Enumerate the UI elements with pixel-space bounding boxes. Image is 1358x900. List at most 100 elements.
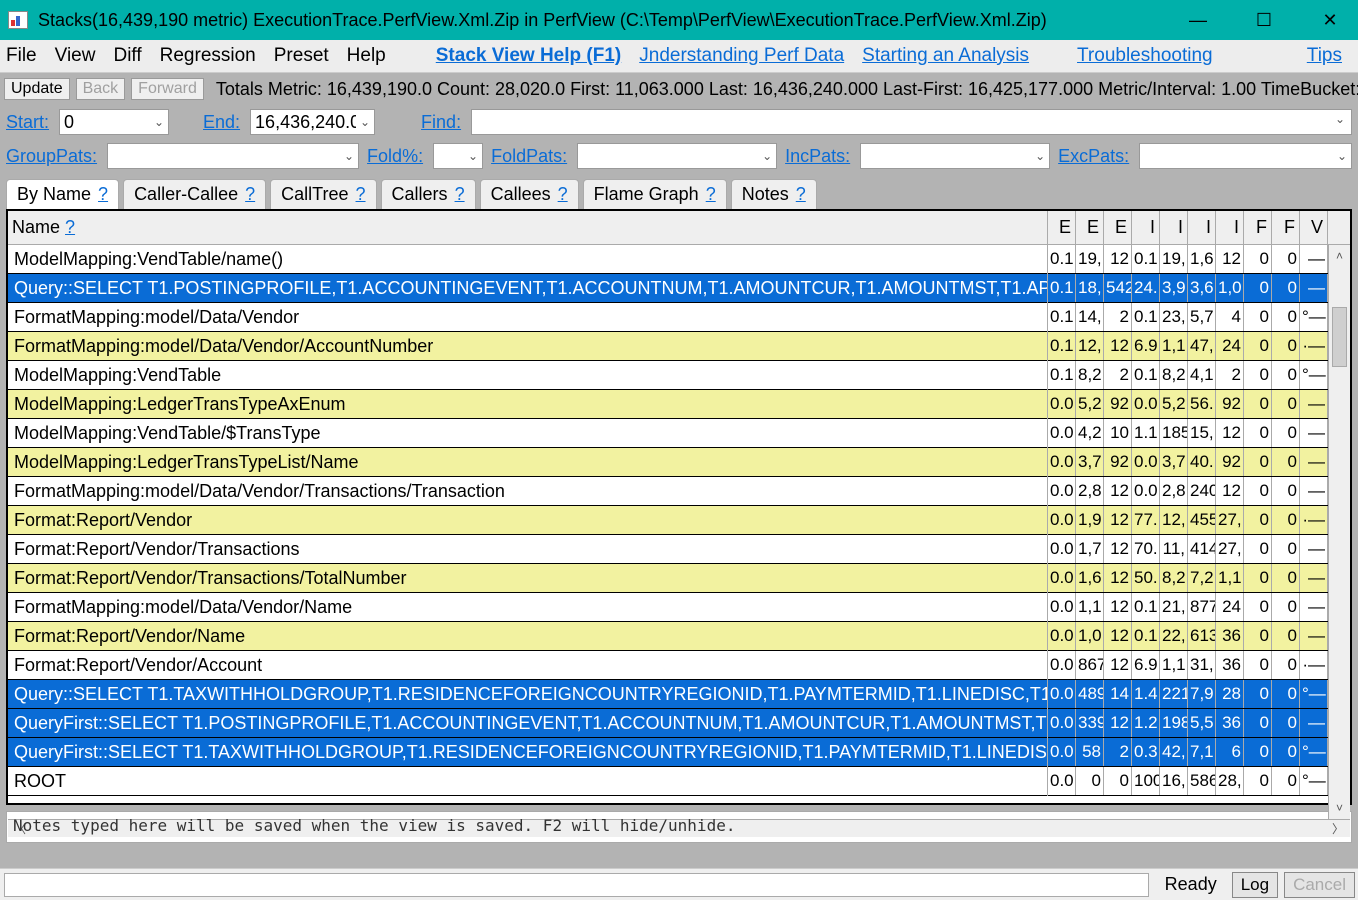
tab-flame-graph[interactable]: Flame Graph ? [583, 179, 727, 209]
table-row[interactable]: Query::SELECT T1.POSTINGPROFILE,T1.ACCOU… [8, 274, 1328, 303]
row-value: 185 [1160, 419, 1188, 447]
col-header[interactable]: I [1216, 211, 1244, 244]
row-value: 12 [1104, 593, 1132, 621]
tab-notes[interactable]: Notes ? [731, 179, 817, 209]
scroll-right-icon[interactable]: 〉 [1332, 820, 1344, 837]
menu-file[interactable]: File [6, 45, 37, 67]
row-name: ModelMapping:VendTable [8, 361, 1048, 390]
row-value: 0 [1272, 506, 1300, 534]
chevron-down-icon: ⌄ [154, 115, 164, 129]
col-header[interactable]: V [1300, 211, 1328, 244]
find-input[interactable]: ⌄ [471, 109, 1352, 135]
end-combo[interactable]: 16,436,240.0⌄ [250, 109, 375, 135]
table-row[interactable]: Format:Report/Vendor/Transactions0.01,71… [8, 535, 1328, 564]
table-row[interactable]: Format:Report/Vendor/Transactions/TotalN… [8, 564, 1328, 593]
foldpats-combo[interactable]: ⌄ [577, 143, 777, 169]
log-button[interactable]: Log [1232, 872, 1278, 898]
scroll-thumb[interactable] [1332, 307, 1347, 367]
link-understanding[interactable]: Jnderstanding Perf Data [639, 45, 844, 67]
col-header[interactable]: E [1048, 211, 1076, 244]
table-row[interactable]: Format:Report/Vendor/Account0.0867126.91… [8, 651, 1328, 680]
incpats-combo[interactable]: ⌄ [860, 143, 1050, 169]
table-row[interactable]: FormatMapping:model/Data/Vendor/AccountN… [8, 332, 1328, 361]
row-value: 42, [1160, 738, 1188, 766]
row-value: 1,6 [1188, 245, 1216, 273]
tab-callees[interactable]: Callees ? [480, 179, 579, 209]
row-value: ·— [1300, 506, 1328, 534]
row-value: 1,1 [1216, 564, 1244, 592]
excpats-label[interactable]: ExcPats: [1058, 146, 1129, 167]
vertical-scrollbar[interactable]: ˄ ˅ [1328, 245, 1350, 819]
end-label[interactable]: End: [203, 112, 240, 133]
tab-caller-callee[interactable]: Caller-Callee ? [123, 179, 266, 209]
tab-by-name[interactable]: By Name ? [6, 179, 119, 209]
row-value: 0.0 [1048, 709, 1076, 737]
table-row[interactable]: FormatMapping:model/Data/Vendor/Transact… [8, 477, 1328, 506]
foldpats-label[interactable]: FoldPats: [491, 146, 567, 167]
close-button[interactable]: ✕ [1310, 10, 1350, 31]
link-stack-help[interactable]: Stack View Help (F1) [436, 45, 622, 67]
row-value: 0.1 [1132, 361, 1160, 389]
start-label[interactable]: Start: [6, 112, 49, 133]
menu-view[interactable]: View [55, 45, 96, 67]
row-value: 0 [1272, 419, 1300, 447]
minimize-button[interactable]: — [1178, 10, 1218, 31]
link-starting[interactable]: Starting an Analysis [862, 45, 1029, 67]
command-input[interactable] [4, 873, 1149, 897]
row-value: 3,6 [1188, 274, 1216, 302]
foldpct-label[interactable]: Fold%: [367, 146, 423, 167]
table-row[interactable]: FormatMapping:model/Data/Vendor0.114,20.… [8, 303, 1328, 332]
table-row[interactable]: Query::SELECT T1.TAXWITHHOLDGROUP,T1.RES… [8, 680, 1328, 709]
row-value: 28 [1216, 680, 1244, 708]
incpats-label[interactable]: IncPats: [785, 146, 850, 167]
maximize-button[interactable]: ☐ [1244, 10, 1284, 31]
start-combo[interactable]: 0⌄ [59, 109, 169, 135]
menu-diff[interactable]: Diff [113, 45, 141, 67]
table-row[interactable]: QueryFirst::SELECT T1.POSTINGPROFILE,T1.… [8, 709, 1328, 738]
table-row[interactable]: ModelMapping:VendTable/$TransType0.04,21… [8, 419, 1328, 448]
table-row[interactable]: ModelMapping:VendTable0.18,220.18,24,120… [8, 361, 1328, 390]
table-row[interactable]: ModelMapping:LedgerTransTypeAxEnum0.05,2… [8, 390, 1328, 419]
table-row[interactable]: Format:Report/Vendor/Name0.01,0120.122,6… [8, 622, 1328, 651]
col-header[interactable]: I [1132, 211, 1160, 244]
table-row[interactable]: QueryFirst::SELECT T1.TAXWITHHOLDGROUP,T… [8, 738, 1328, 767]
find-label[interactable]: Find: [421, 112, 461, 133]
tab-calltree[interactable]: CallTree ? [270, 179, 376, 209]
table-row[interactable]: Format:Report/Vendor0.01,91277.12,45527,… [8, 506, 1328, 535]
table-row[interactable]: ROOT0.00010016,58628,00°— [8, 767, 1328, 796]
row-value: 6 [1216, 738, 1244, 766]
row-value: 12 [1104, 709, 1132, 737]
menu-help[interactable]: Help [347, 45, 386, 67]
col-header[interactable]: F [1244, 211, 1272, 244]
col-header[interactable]: I [1160, 211, 1188, 244]
col-name-header[interactable]: Name ? [8, 211, 1048, 244]
forward-button: Forward [131, 78, 204, 100]
table-row[interactable]: ModelMapping:VendTable/name()0.119,120.1… [8, 245, 1328, 274]
filter-row-2: GroupPats: ⌄ Fold%: ⌄ FoldPats: ⌄ IncPat… [0, 139, 1358, 173]
scroll-up-icon[interactable]: ˄ [1329, 245, 1350, 267]
grouppats-label[interactable]: GroupPats: [6, 146, 97, 167]
col-header[interactable]: E [1076, 211, 1104, 244]
link-tips[interactable]: Tips [1307, 45, 1342, 67]
link-troubleshooting[interactable]: Troubleshooting [1077, 45, 1213, 67]
tab-callers[interactable]: Callers ? [381, 179, 476, 209]
col-header[interactable]: I [1188, 211, 1216, 244]
window-buttons: — ☐ ✕ [1178, 10, 1350, 31]
row-value: 2 [1104, 738, 1132, 766]
col-header[interactable]: E [1104, 211, 1132, 244]
menu-preset[interactable]: Preset [274, 45, 329, 67]
col-header[interactable]: F [1272, 211, 1300, 244]
foldpct-combo[interactable]: ⌄ [433, 143, 483, 169]
row-name: ModelMapping:VendTable/$TransType [8, 419, 1048, 448]
update-button[interactable]: Update [4, 78, 70, 100]
grouppats-combo[interactable]: ⌄ [107, 143, 359, 169]
row-value: 0 [1272, 477, 1300, 505]
table-row[interactable]: FormatMapping:model/Data/Vendor/Name0.01… [8, 593, 1328, 622]
table-row[interactable]: ModelMapping:LedgerTransTypeList/Name0.0… [8, 448, 1328, 477]
excpats-combo[interactable]: ⌄ [1139, 143, 1352, 169]
row-value: 3,9 [1160, 274, 1188, 302]
row-value: 0.0 [1048, 390, 1076, 418]
scroll-down-icon[interactable]: ˅ [1329, 797, 1350, 819]
row-name: FormatMapping:model/Data/Vendor/AccountN… [8, 332, 1048, 361]
menu-regression[interactable]: Regression [160, 45, 256, 67]
